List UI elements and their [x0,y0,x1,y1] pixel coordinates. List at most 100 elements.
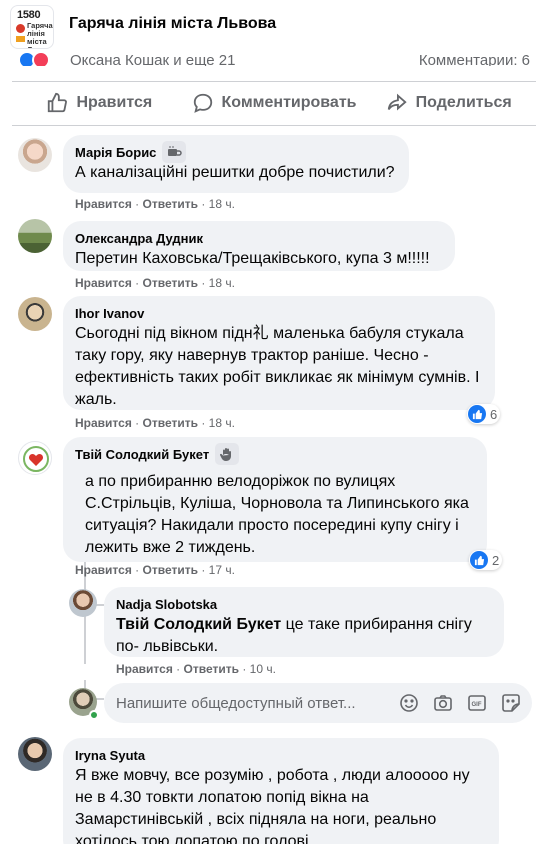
comment-time[interactable]: 10 ч. [250,662,276,676]
comment-reactions[interactable]: 2 [469,550,503,570]
heart-logo-icon [23,446,49,472]
comment-author[interactable]: Nadja Slobotska [116,597,217,612]
share-icon [387,93,407,111]
logo-number: 1580 [17,9,41,21]
comments-count[interactable]: Комментарии: 6 [419,52,530,66]
separator: · [135,416,140,430]
avatar[interactable] [18,219,52,253]
logo-mark [16,24,25,33]
comment-reply-link[interactable]: Ответить [143,416,198,430]
comment-author-row: Марія Борис [75,141,397,163]
comment-reply-link[interactable]: Ответить [184,662,239,676]
comment-bubble: Марія Борис А каналізаційні решитки добр… [63,135,409,193]
page-title[interactable]: Гаряча лінія міста Львова [69,15,276,33]
comment-author-row: Твій Солодкий Букет [75,443,475,465]
comment-text: А каналізаційні решитки добре почистили? [75,164,395,181]
comment-text: Сьогодні під вікном підн礼 маленька бабул… [75,325,480,408]
comment-time[interactable]: 17 ч. [209,563,235,577]
comment-reply-link[interactable]: Ответить [143,563,198,577]
like-button-label: Нравится [76,94,153,111]
comment-author-row: Nadja Slobotska [116,595,492,613]
separator: · [135,563,140,577]
thumbs-up-icon [468,405,486,423]
comment-bubble: Олександра Дудник Перетин Каховська/Трещ… [63,221,455,271]
comment-reply-link[interactable]: Ответить [143,197,198,211]
avatar[interactable] [18,297,52,331]
comment-text: Перетин Каховська/Трещаківського, купа 3… [75,250,430,267]
comment-meta: Нравится · Ответить · 18 ч. [75,416,235,430]
coffee-cup-icon [162,141,187,163]
wave-hand-icon [215,443,240,465]
comment-author[interactable]: Ihor Ivanov [75,306,144,321]
logo-text: Гаряча лінія міста Львова [27,21,53,49]
comment-time[interactable]: 18 ч. [209,197,235,211]
comment-author-row: Олександра Дудник [75,229,443,247]
sticker-icon[interactable] [500,692,522,714]
avatar[interactable] [18,737,52,771]
comment-like-link[interactable]: Нравится [75,563,132,577]
comment-like-link[interactable]: Нравится [75,197,132,211]
comment-author-row: Ihor Ivanov [75,304,483,322]
comment-button-label: Комментировать [221,94,357,111]
comment-button[interactable]: Комментировать [187,82,362,124]
comment-author[interactable]: Олександра Дудник [75,231,203,246]
comment-bubble: Твій Солодкий Букет а по прибиранню вело… [63,437,487,562]
like-button[interactable]: Нравится [12,82,187,124]
comment-text: Я вже мовчу, все розумію , робота , люди… [75,767,470,844]
avatar[interactable] [18,441,52,475]
comment-bubble: Iryna Syuta Я вже мовчу, все розумію , р… [63,738,499,844]
love-reaction-icon [32,51,50,66]
comment-reply-link[interactable]: Ответить [143,276,198,290]
logo-mark-bar [16,36,25,42]
avatar[interactable] [18,138,52,172]
avatar[interactable] [69,589,97,617]
gif-icon[interactable]: GIF [466,692,488,714]
comment-like-count: 2 [492,552,500,568]
comment-author-row: Iryna Syuta [75,746,487,764]
separator: · [201,197,206,211]
comment-like-count: 6 [490,406,498,422]
mention-link[interactable]: Твій Солодкий Букет [116,616,281,633]
separator: · [201,563,206,577]
separator: · [201,416,206,430]
online-status-indicator [89,710,99,720]
reply-input[interactable] [116,683,406,723]
camera-icon[interactable] [432,692,454,714]
comment-author[interactable]: Iryna Syuta [75,748,145,763]
page-header: 1580 Гаряча лінія міста Львова Гаряча лі… [0,0,548,50]
reply-bubble: Nadja Slobotska Твій Солодкий Букет це т… [104,587,504,657]
reactions-summary: Оксана Кошак и еще 21 Комментарии: 6 [0,50,548,66]
comment-like-link[interactable]: Нравится [116,662,173,676]
share-button-label: Поделиться [415,94,512,111]
svg-text:GIF: GIF [472,702,482,708]
comment-meta: Нравится · Ответить · 18 ч. [75,197,235,211]
comment-bubble: Ihor Ivanov Сьогодні під вікном підн礼 ма… [63,296,495,410]
separator: · [201,276,206,290]
emoji-icon[interactable] [398,692,420,714]
separator: · [135,276,140,290]
thumbs-up-icon [470,551,488,569]
comment-icon [193,93,212,113]
comment-meta: Нравится · Ответить · 17 ч. [75,563,235,577]
separator: · [176,662,181,676]
composer-icons: GIF [398,692,522,714]
comment-text: Твій Солодкий Букет це таке прибирання с… [116,614,492,658]
comment-like-link[interactable]: Нравится [75,276,132,290]
separator: · [242,662,247,676]
page-logo[interactable]: 1580 Гаряча лінія міста Львова [10,5,54,49]
share-button[interactable]: Поделиться [361,82,536,124]
separator: · [135,197,140,211]
comment-author[interactable]: Твій Солодкий Букет [75,447,209,462]
thumbs-up-icon [48,92,68,113]
comment-time[interactable]: 18 ч. [209,416,235,430]
divider [12,125,536,126]
comment-reactions[interactable]: 6 [467,404,501,424]
post-action-bar: Нравится Комментировать Поделиться [12,82,536,124]
reply-composer: GIF [104,683,532,723]
comment-time[interactable]: 18 ч. [209,276,235,290]
comment-author[interactable]: Марія Борис [75,145,156,160]
comment-like-link[interactable]: Нравится [75,416,132,430]
comment-text: а по прибиранню велодоріжок по вулицях С… [85,473,469,556]
comment-meta: Нравится · Ответить · 18 ч. [75,276,235,290]
reactors-text[interactable]: Оксана Кошак и еще 21 [70,52,235,66]
